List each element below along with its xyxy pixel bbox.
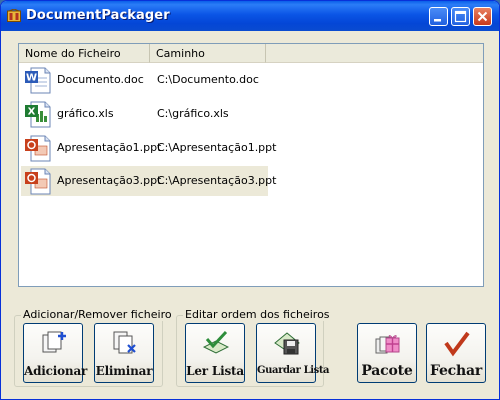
powerpoint-presentation-icon <box>25 168 51 195</box>
minimize-button[interactable] <box>429 7 448 26</box>
list-item-selected[interactable]: Apresentação3.ppt C:\Apresentação3.ppt <box>21 166 276 196</box>
save-list-icon <box>274 332 300 355</box>
package-button[interactable]: Pacote <box>357 323 417 383</box>
checkmark-icon <box>444 331 470 357</box>
add-remove-group-label: Adicionar/Remover ficheiro <box>21 308 174 321</box>
list-item[interactable]: Apresentação1.ppt C:\Apresentação1.ppt <box>21 133 276 163</box>
app-window: DocumentPackager Nome do Ficheiro Caminh… <box>0 0 500 400</box>
maximize-icon <box>454 10 467 23</box>
excel-spreadsheet-icon: X <box>25 101 51 128</box>
remove-file-label: Eliminar <box>95 364 153 378</box>
app-package-icon <box>7 9 21 22</box>
column-header-filename[interactable]: Nome do Ficheiro <box>19 44 150 63</box>
column-header-path[interactable]: Caminho <box>150 44 266 63</box>
close-icon <box>477 11 488 22</box>
file-name: Documento.doc <box>57 73 144 86</box>
window-title: DocumentPackager <box>26 8 170 23</box>
file-path: C:\gráfico.xls <box>157 107 229 120</box>
file-name: Apresentação3.ppt <box>57 174 162 187</box>
package-gift-icon <box>375 335 400 354</box>
file-list[interactable]: Nome do Ficheiro Caminho W Documento.doc… <box>18 43 484 287</box>
word-document-icon: W <box>25 67 51 94</box>
file-path: C:\Documento.doc <box>157 73 259 86</box>
file-path: C:\Apresentação3.ppt <box>157 174 277 187</box>
add-file-label: Adicionar <box>24 364 88 378</box>
column-header-filler <box>266 44 483 63</box>
close-button[interactable]: Fechar <box>426 323 486 383</box>
svg-text:W: W <box>26 73 37 84</box>
title-bar[interactable]: DocumentPackager <box>1 1 499 31</box>
edit-order-group-label: Editar ordem dos ficheiros <box>183 308 332 321</box>
package-label: Pacote <box>361 363 413 379</box>
save-list-button[interactable]: Guardar Lista <box>256 323 330 383</box>
close-window-button[interactable] <box>473 7 492 26</box>
add-file-button[interactable]: Adicionar <box>23 323 88 383</box>
add-file-icon <box>42 331 66 353</box>
file-name: gráfico.xls <box>57 107 114 120</box>
svg-text:X: X <box>28 107 36 118</box>
list-item[interactable]: X gráfico.xls C:\gráfico.xls <box>21 99 265 129</box>
read-list-label: Ler Lista <box>186 364 244 378</box>
read-list-button[interactable]: Ler Lista <box>185 323 245 383</box>
remove-file-button[interactable]: Eliminar <box>94 323 154 383</box>
file-path: C:\Apresentação1.ppt <box>157 141 277 154</box>
save-list-label: Guardar Lista <box>257 365 330 376</box>
maximize-button[interactable] <box>451 7 470 26</box>
close-label: Fechar <box>429 363 483 379</box>
powerpoint-presentation-icon <box>25 135 51 162</box>
list-item[interactable]: W Documento.doc C:\Documento.doc <box>21 65 265 95</box>
file-name: Apresentação1.ppt <box>57 141 162 154</box>
read-list-icon <box>203 330 229 354</box>
remove-file-icon <box>113 331 136 354</box>
minimize-icon <box>434 19 441 22</box>
